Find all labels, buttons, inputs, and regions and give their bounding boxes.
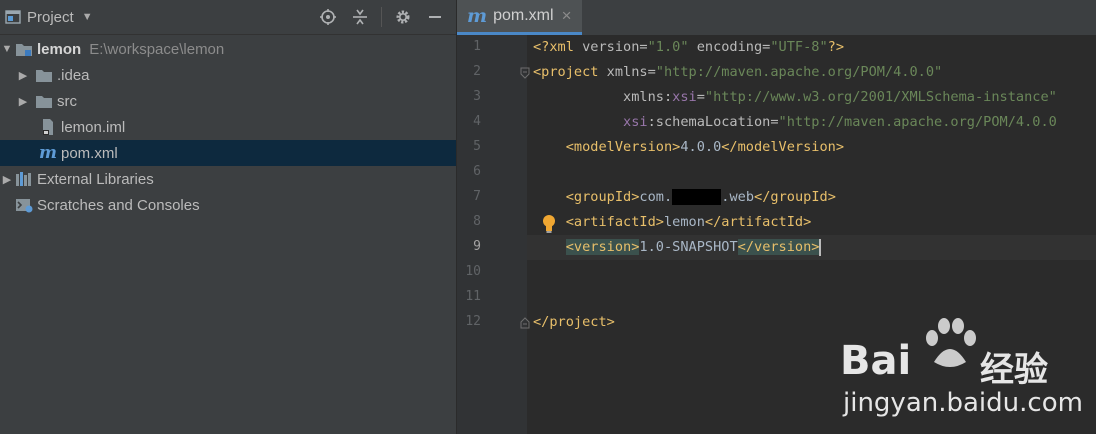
tab-title: pom.xml — [493, 7, 554, 24]
tree-item-lemon-iml[interactable]: lemon.iml — [0, 114, 456, 140]
folder-icon — [34, 66, 54, 84]
project-title: Project — [27, 8, 74, 26]
module-folder-icon — [14, 40, 34, 58]
tree-item-label: .idea — [57, 66, 90, 84]
code-line-9: <version>1.0-SNAPSHOT</version> — [565, 238, 822, 256]
baidu-jingyan-watermark: Bai 经验 jingyan.baidu.com — [840, 318, 1090, 430]
maven-file-icon: m — [39, 143, 57, 163]
hide-icon[interactable] — [424, 6, 446, 28]
editor-area: m pom.xml × 1 2 3 4 5 6 7 8 9 10 11 12 <… — [457, 0, 1096, 434]
project-toolbar: Project ▼ — [0, 0, 456, 35]
line-number: 4 — [473, 114, 481, 129]
tree-item-idea[interactable]: ▶ .idea — [0, 62, 456, 88]
text-caret — [819, 238, 822, 256]
line-number: 2 — [473, 64, 481, 79]
code-line-7: <groupId>com.xxxxxx.web</groupId> — [565, 189, 836, 205]
libraries-icon — [14, 170, 34, 188]
paw-logo-icon — [920, 318, 980, 379]
line-number: 6 — [473, 164, 481, 179]
editor-tabs: m pom.xml × — [457, 0, 1096, 35]
watermark-brand-right: 经验 — [980, 350, 1048, 390]
collapsed-arrow-icon[interactable]: ▶ — [0, 173, 14, 186]
tree-item-label: pom.xml — [61, 144, 118, 162]
line-number: 10 — [465, 264, 481, 279]
line-number: 1 — [473, 39, 481, 54]
dropdown-arrow-icon: ▼ — [81, 11, 93, 23]
line-number: 12 — [465, 314, 481, 329]
watermark-brand-left: Bai — [840, 338, 912, 384]
line-number: 8 — [473, 214, 481, 229]
line-number: 11 — [465, 289, 481, 304]
collapsed-arrow-icon[interactable]: ▶ — [16, 95, 30, 108]
expanded-arrow-icon[interactable]: ▼ — [0, 43, 14, 55]
settings-icon[interactable] — [392, 6, 414, 28]
maven-file-icon: m — [467, 5, 488, 27]
project-view-icon — [5, 9, 21, 25]
module-name: lemon — [37, 40, 82, 58]
line-number: 7 — [473, 189, 481, 204]
tab-pom-xml[interactable]: m pom.xml × — [457, 0, 582, 35]
fold-marker-icon[interactable] — [520, 66, 530, 84]
code-line-1: <?xml version="1.0" encoding="UTF-8"?> — [533, 39, 845, 55]
collapsed-arrow-icon[interactable]: ▶ — [16, 69, 30, 82]
locate-icon[interactable] — [317, 6, 339, 28]
line-number: 5 — [473, 139, 481, 154]
code-line-12: </project> — [533, 314, 615, 330]
tree-item-src[interactable]: ▶ src — [0, 88, 456, 114]
line-number-gutter: 1 2 3 4 5 6 7 8 9 10 11 12 — [457, 35, 530, 434]
folder-icon — [34, 92, 54, 110]
line-number: 3 — [473, 89, 481, 104]
tree-item-label: External Libraries — [37, 170, 154, 188]
module-path: E:\workspace\lemon — [89, 40, 225, 58]
code-line-8: <artifactId>lemon</artifactId> — [565, 214, 812, 230]
watermark-url: jingyan.baidu.com — [843, 388, 1083, 418]
fold-marker-icon[interactable] — [520, 316, 530, 334]
redacted-block: xxxxxx — [672, 189, 722, 205]
tree-item-scratches[interactable]: Scratches and Consoles — [0, 192, 456, 218]
tree-item-label: lemon.iml — [61, 118, 126, 136]
code-line-4: xsi:schemaLocation="http://maven.apache.… — [623, 114, 1057, 130]
tree-item-label: Scratches and Consoles — [37, 196, 200, 214]
tree-item-external-libraries[interactable]: ▶ External Libraries — [0, 166, 456, 192]
scratches-icon — [14, 196, 34, 214]
tree-item-label: src — [57, 92, 77, 110]
iml-file-icon — [38, 118, 58, 136]
code-line-2: <project xmlns="http://maven.apache.org/… — [533, 64, 943, 80]
line-number-current: 9 — [473, 239, 481, 254]
project-tool-window: Project ▼ ▼ lemon E:\workspace\lemon ▶ .… — [0, 0, 457, 434]
close-tab-icon[interactable]: × — [562, 6, 572, 26]
code-line-5: <modelVersion>4.0.0</modelVersion> — [565, 139, 845, 155]
project-view-selector[interactable]: Project ▼ — [27, 9, 93, 26]
code-line-3: xmlns:xsi="http://www.w3.org/2001/XMLSch… — [623, 89, 1057, 105]
collapse-all-icon[interactable] — [349, 6, 371, 28]
toolbar-separator — [381, 7, 382, 27]
tree-item-pom-xml[interactable]: m pom.xml — [0, 140, 456, 166]
tree-item-lemon[interactable]: ▼ lemon E:\workspace\lemon — [0, 36, 456, 62]
